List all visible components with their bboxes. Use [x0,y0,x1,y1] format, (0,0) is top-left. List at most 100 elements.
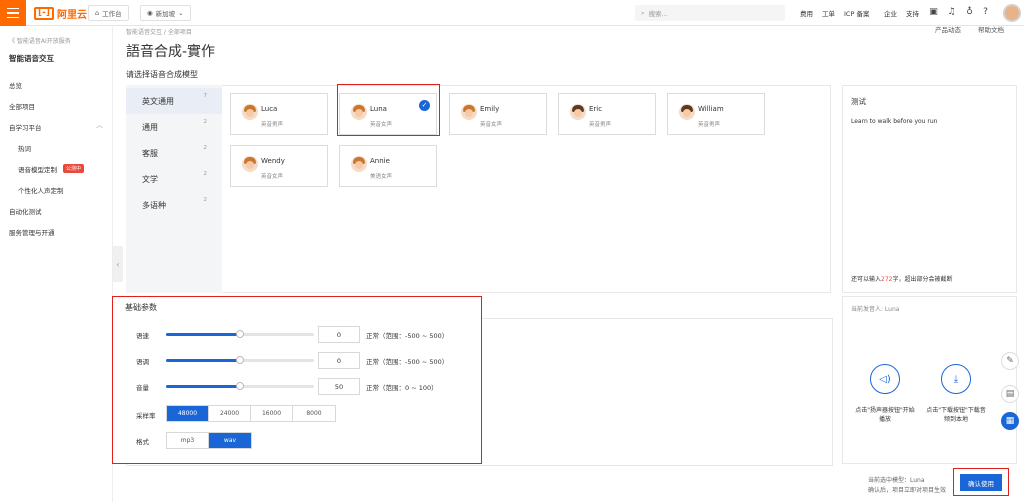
nav-icp[interactable]: ICP 备案 [844,8,869,18]
confirm-note: 确认后，项目立即对项目生效 [868,487,947,494]
rate-option[interactable]: 24000 [209,406,251,421]
volume-range: 正常（范围：0 ~ 100） [366,384,438,392]
voice-name: Annie [370,157,390,165]
voice-avatar [242,104,258,120]
params-title: 基础参数 [125,303,157,312]
voice-desc: 英音男声 [589,122,612,128]
voice-avatar [351,156,367,172]
sidebar-item-self-learning[interactable]: 自学习平台 [9,122,42,132]
sidebar-item-voice-custom[interactable]: 个性化人声定制 [18,185,64,195]
voice-avatar [679,104,695,120]
nav-support[interactable]: 支持 [906,8,919,18]
status-badge: 公测中 [63,164,85,173]
format-option[interactable]: wav [209,433,251,448]
speaker-icon[interactable]: ◁) [870,364,900,394]
volume-input[interactable]: 50 [318,378,360,395]
highlight-box [953,468,1009,496]
category-item[interactable]: 客服 2 [126,140,222,166]
chevron-down-icon: ⌄ [178,9,184,17]
breadcrumb: 智能语音交互 / 全部项目 [126,29,192,36]
voice-avatar [461,104,477,120]
voice-card-william[interactable]: William 英音男声 [667,93,765,135]
bell-icon[interactable]: ♫ [946,7,957,18]
download-caption: 点击"下载按钮"下载音频到本地 [926,407,986,423]
category-item[interactable]: 多语种 2 [126,192,222,218]
voice-card-emily[interactable]: Emily 英音女声 [449,93,547,135]
menu-icon[interactable] [0,0,26,26]
speed-slider[interactable] [166,330,314,338]
sidebar-item-overview[interactable]: 总览 [9,80,22,90]
voice-name: Wendy [261,157,285,165]
speed-range: 正常（范围：-500 ~ 500） [366,332,449,340]
voice-name: Emily [480,105,500,113]
nav-fees[interactable]: 费用 [800,8,813,18]
avatar[interactable] [1003,4,1021,22]
pitch-slider[interactable] [166,356,314,364]
feedback-icon[interactable]: ▤ [1001,385,1019,403]
chevron-up-icon[interactable]: ︿ [96,120,103,130]
voice-card-eric[interactable]: Eric 英音男声 [558,93,656,135]
sidebar-item-service[interactable]: 服务管理与开通 [9,227,55,237]
location-icon: ◉ [147,9,153,17]
terminal-icon[interactable]: ▣ [928,7,939,18]
highlight-box [337,84,440,136]
sidebar-item-projects[interactable]: 全部项目 [9,101,35,111]
category-item[interactable]: 英文通用 7 [126,88,222,114]
console-button[interactable]: ⌂ 工作台 [88,5,129,21]
product-news-link[interactable]: 产品动态 [935,24,961,34]
search-icon: ⌕ [641,8,645,17]
player-panel [842,296,1017,464]
category-item[interactable]: 通用 2 [126,114,222,140]
sidebar-back-link[interactable]: 《 智能语音AI开放服务 [9,36,71,45]
speaker-label: 当前发音人: Luna [851,306,900,313]
voice-card-luca[interactable]: Luca 英音男声 [230,93,328,135]
region-selector[interactable]: ◉ 新加坡 ⌄ [140,5,191,21]
aliyun-logo[interactable]: [-] 阿里云 [34,6,87,21]
apps-icon[interactable]: ▦ [1001,412,1019,430]
voice-desc: 英音男声 [698,122,721,128]
voice-name: Luca [261,105,278,113]
rate-option[interactable]: 48000 [167,406,209,421]
speed-label: 语速 [136,332,149,340]
voice-desc: 英音女声 [480,122,503,128]
rate-option[interactable]: 8000 [293,406,335,421]
edit-icon[interactable]: ✎ [1001,352,1019,370]
sidebar-item-model-custom[interactable]: 语音模型定制 [18,164,57,174]
format-option[interactable]: mp3 [167,433,209,448]
voice-desc: 英音女声 [261,174,284,180]
rate-option[interactable]: 16000 [251,406,293,421]
voice-avatar [570,104,586,120]
sidebar-title: 智能语音交互 [9,54,54,63]
help-icon[interactable]: ? [980,7,991,18]
format-selector: mp3 wav [166,432,252,449]
voice-avatar [242,156,258,172]
speed-input[interactable]: 0 [318,326,360,343]
pitch-label: 语调 [136,358,149,366]
voice-desc: 英音男声 [261,122,284,128]
format-label: 格式 [136,438,149,446]
nav-enterprise[interactable]: 企业 [884,8,897,18]
pitch-input[interactable]: 0 [318,352,360,369]
voice-card-wendy[interactable]: Wendy 英音女声 [230,145,328,187]
volume-slider[interactable] [166,382,314,390]
voice-card-annie[interactable]: Annie 美语女声 [339,145,437,187]
voice-name: William [698,105,724,113]
test-panel [842,85,1017,293]
pitch-range: 正常（范围：-500 ~ 500） [366,358,449,366]
lightbulb-icon[interactable]: ♁ [964,7,975,18]
selected-model-label: 当前选中模型：Luna [868,477,925,484]
sidebar-item-hotwords[interactable]: 热词 [18,143,31,153]
category-item[interactable]: 文学 2 [126,166,222,192]
nav-tickets[interactable]: 工单 [822,8,835,18]
sidebar-item-auto-test[interactable]: 自动化测试 [9,206,42,216]
model-section-label: 请选择语音合成模型 [126,70,198,79]
test-text-input[interactable]: Learn to walk before you run [851,118,1011,125]
sample-rate-selector: 48000 24000 16000 8000 [166,405,336,422]
sidebar-collapse-handle[interactable]: ‹ [113,246,123,282]
play-caption: 点击"扬声器按钮"开始播放 [855,407,915,423]
sample-rate-label: 采样率 [136,412,156,420]
download-icon[interactable]: ⤓ [941,364,971,394]
search-input[interactable]: ⌕ 搜索... [635,5,785,21]
voice-desc: 美语女声 [370,174,393,180]
help-docs-link[interactable]: 帮助文档 [978,24,1004,34]
